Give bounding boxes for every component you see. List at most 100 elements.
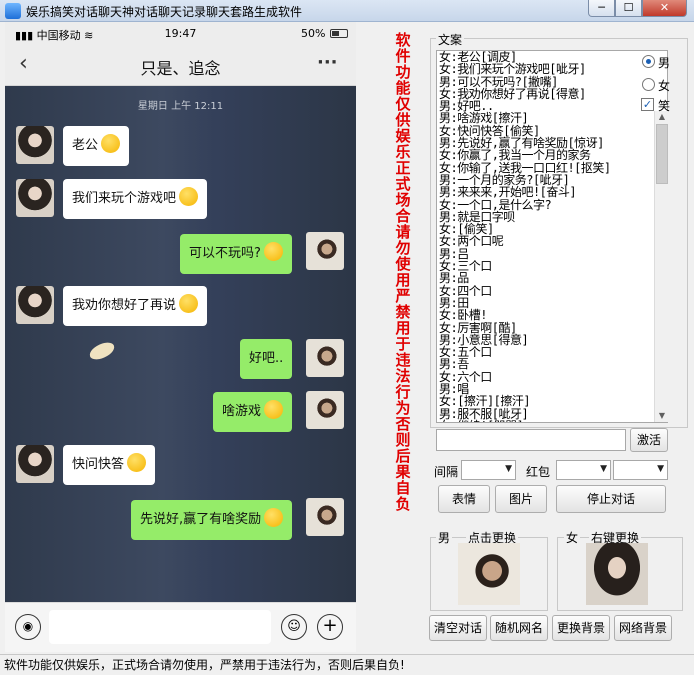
chevron-down-icon: ▼: [600, 464, 607, 474]
script-line: 男:啥游戏[擦汗]: [439, 111, 529, 126]
script-line: 女:一个口,是什么字?: [439, 197, 552, 212]
surprised-emoji: surprised-emoji: [101, 134, 121, 153]
chat-title: 只是、追念: [140, 59, 221, 78]
emoji-button[interactable]: 表情: [438, 485, 490, 513]
vertical-warning: 软件功能仅供娱乐 正式场合请勿使用 严禁用于违法行为 否则后果自负: [395, 31, 411, 513]
female-avatar-label: 女: [564, 529, 581, 546]
chevron-down-icon: ▼: [505, 464, 512, 474]
avatar: [306, 498, 344, 536]
activation-code-input[interactable]: [436, 429, 626, 451]
female-radio-label: 女: [658, 79, 671, 93]
avatar: [16, 126, 54, 164]
random-name-button[interactable]: 随机网名: [490, 615, 548, 641]
script-line: 女:六个口: [439, 369, 492, 384]
chat-input-bar: ◉ ☺ +: [5, 602, 356, 652]
script-line: 女:四个口: [439, 283, 492, 298]
phone-preview: ▮▮▮ 中国移动 ≋ 19:47 50% ‹ 只是、追念 ··· 星期日 上午 …: [5, 22, 356, 652]
message-text: 我劝你想好了再说: [72, 298, 177, 313]
sweat-emoji: sweat-emoji: [263, 242, 283, 261]
thinking-emoji: thinking-emoji: [127, 453, 147, 472]
scroll-thumb[interactable]: [656, 124, 668, 184]
message-bubble: 啥游戏nervous-emoji: [213, 392, 293, 432]
minimize-icon: ─: [598, 1, 605, 14]
script-line: 女:两个口呢: [439, 234, 504, 249]
chat-header: ‹ 只是、追念 ···: [5, 44, 356, 86]
male-radio-label: 男: [658, 56, 671, 70]
nervous-emoji: nervous-emoji: [264, 508, 284, 527]
chat-message-input[interactable]: [49, 610, 271, 644]
grin-emoji: grin-emoji: [179, 187, 199, 206]
message-text: 我们来玩个游戏吧: [72, 191, 177, 206]
script-line: 女:卧槽!: [439, 308, 487, 323]
window-title: 娱乐搞笑对话聊天神对话聊天记录聊天套路生成软件: [26, 5, 303, 19]
script-line: 女:我们来玩个游戏吧[呲牙]: [439, 62, 586, 77]
more-icon[interactable]: ···: [317, 52, 338, 73]
chevron-down-icon: ▼: [657, 464, 664, 474]
female-radio[interactable]: [642, 78, 655, 91]
battery-icon: [330, 29, 348, 38]
script-line: 女:厉害啊[酷]: [439, 320, 517, 335]
avatar: [306, 232, 344, 270]
message-text: 好吧..: [249, 351, 284, 366]
message-text: 快问快答: [72, 457, 125, 472]
title-bar: 娱乐搞笑对话聊天神对话聊天记录聊天套路生成软件 ─ ☐ ✕: [0, 0, 694, 22]
message-text: 先说好,赢了有啥奖励: [140, 512, 262, 527]
male-radio[interactable]: [642, 55, 655, 68]
avatar: [16, 286, 54, 324]
message-bubble: 我们来玩个游戏吧grin-emoji: [63, 179, 208, 219]
script-group-label: 文案: [436, 31, 465, 48]
activate-button[interactable]: 激活: [630, 428, 668, 452]
battery-label: 50%: [301, 27, 326, 40]
script-line: 女:继续![咒骂]: [437, 420, 667, 422]
script-textarea[interactable]: 女:老公[调皮] 女:我们来玩个游戏吧[呲牙] 男:可以不玩吗?[撇嘴] 女:我劝你想…: [436, 50, 668, 423]
message-bubble: 快问快答thinking-emoji: [63, 445, 156, 485]
image-button[interactable]: 图片: [495, 485, 547, 513]
avatar: [16, 179, 54, 217]
nervous-emoji: nervous-emoji: [264, 400, 284, 419]
status-bar: 软件功能仅供娱乐，正式场合请勿使用，严禁用于违法行为，否则后果自负!: [0, 654, 694, 675]
script-line: 女:你赢了,我当一个月的家务: [439, 148, 591, 163]
script-line: 女:[擦汗][擦汗]: [439, 394, 531, 409]
change-background-button[interactable]: 更换背景: [552, 615, 610, 641]
message-bubble: 老公surprised-emoji: [63, 126, 130, 166]
message-bubble: 好吧..: [240, 339, 293, 379]
voice-icon[interactable]: ◉: [15, 614, 41, 640]
message-bubble: 可以不玩吗?sweat-emoji: [180, 234, 292, 274]
script-line: 男:品: [439, 271, 469, 286]
male-avatar-image[interactable]: [458, 543, 520, 605]
laugh-checkbox[interactable]: ✓: [641, 98, 654, 111]
network-background-button[interactable]: 网络背景: [614, 615, 672, 641]
stop-dialog-button[interactable]: 停止对话: [556, 485, 666, 513]
avatar: [306, 339, 344, 377]
redpacket-label: 红包: [526, 465, 551, 479]
maximize-icon: ☐: [623, 1, 634, 14]
script-line: 女:三个口: [439, 259, 492, 274]
message-text: 老公: [72, 138, 99, 153]
close-icon: ✕: [659, 1, 670, 14]
avatar: [16, 445, 54, 483]
plus-icon[interactable]: +: [317, 614, 343, 640]
maximize-button[interactable]: ☐: [615, 0, 642, 17]
message-bubble: 先说好,赢了有啥奖励nervous-emoji: [131, 500, 293, 540]
chat-timestamp: 星期日 上午 12:11: [137, 101, 224, 112]
scroll-down-icon[interactable]: ▼: [655, 410, 669, 422]
phone-status-bar: ▮▮▮ 中国移动 ≋ 19:47 50%: [5, 22, 356, 44]
clear-dialog-button[interactable]: 清空对话: [429, 615, 487, 641]
script-line: 女:五个口: [439, 345, 492, 360]
female-avatar-image[interactable]: [586, 543, 648, 605]
script-line: 男:来来来,开始吧![奋斗]: [439, 185, 577, 200]
emoji-icon[interactable]: ☺: [281, 614, 307, 640]
message-bubble: 我劝你想好了再说cool-emoji: [63, 286, 208, 326]
message-text: 可以不玩吗?: [189, 246, 261, 261]
redpacket-amount-select[interactable]: ▼: [613, 460, 668, 480]
redpacket-select[interactable]: ▼: [556, 460, 611, 480]
male-avatar-label: 男: [436, 529, 453, 546]
app-icon: [5, 3, 21, 19]
close-button[interactable]: ✕: [642, 0, 687, 17]
script-line: 男:吾: [439, 357, 469, 372]
interval-select[interactable]: ▼: [461, 460, 516, 480]
script-scrollbar[interactable]: ▲ ▼: [654, 111, 668, 422]
cool-emoji: cool-emoji: [179, 294, 199, 313]
message-text: 啥游戏: [222, 404, 262, 419]
minimize-button[interactable]: ─: [588, 0, 615, 17]
